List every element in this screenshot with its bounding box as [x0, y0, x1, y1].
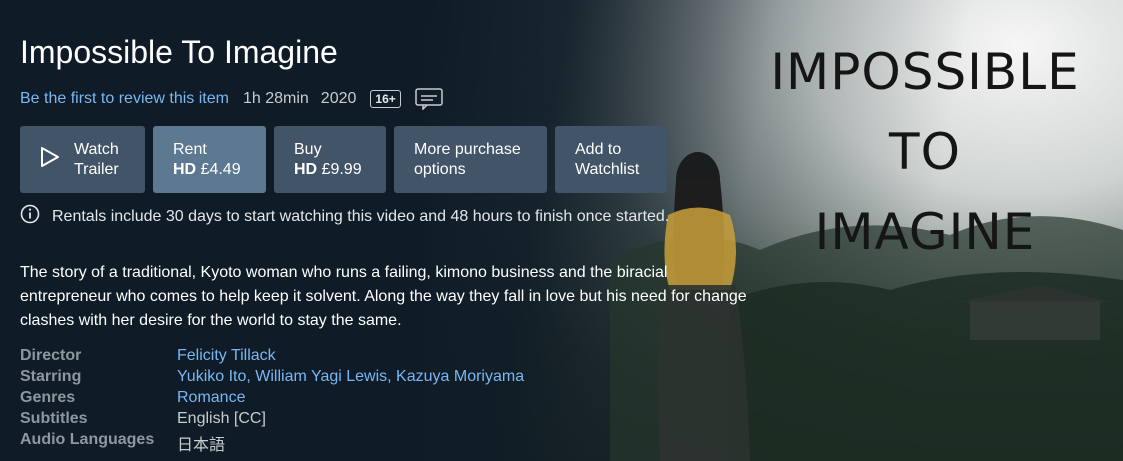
rental-info: Rentals include 30 days to start watchin… — [20, 204, 669, 229]
synopsis: The story of a traditional, Kyoto woman … — [20, 261, 830, 333]
subtitles-label: Subtitles — [20, 410, 88, 427]
rent-price: £4.49 — [200, 160, 241, 178]
synopsis-line-1: The story of a traditional, Kyoto woman … — [20, 264, 668, 281]
action-buttons: Watch Trailer Rent HD £4.49 Buy HD £9.99… — [20, 126, 675, 193]
genres-label: Genres — [20, 389, 76, 406]
trailer-label-2: Trailer — [74, 160, 119, 178]
buy-button[interactable]: Buy HD £9.99 — [274, 126, 386, 193]
audio-languages-value: 日本語 — [177, 437, 226, 454]
watchlist-label-2: Watchlist — [575, 160, 640, 178]
poster-title-line-3: IMAGINE — [814, 203, 1036, 261]
meta-row: Be the first to review this item 1h 28mi… — [20, 88, 443, 110]
director-label: Director — [20, 347, 82, 364]
more-label-1: More purchase — [414, 140, 521, 158]
details-row-audio: Audio Languages 日本語 — [20, 431, 524, 454]
review-link[interactable]: Be the first to review this item — [20, 90, 229, 108]
poster-title-line-2: TO — [889, 123, 961, 181]
buy-label: Buy — [294, 140, 322, 158]
release-year: 2020 — [320, 90, 357, 107]
play-icon — [40, 146, 60, 174]
synopsis-line-2: entrepreneur who comes to help keep it s… — [20, 288, 747, 305]
details-row-genres: Genres Romance — [20, 389, 524, 410]
rental-info-text: Rentals include 30 days to start watchin… — [52, 207, 670, 225]
details-row-starring: Starring Yukiko Ito, William Yagi Lewis,… — [20, 368, 524, 389]
details-row-director: Director Felicity Tillack — [20, 347, 524, 368]
details-table: Director Felicity Tillack Starring Yukik… — [20, 347, 524, 454]
watchlist-label-1: Add to — [575, 140, 622, 158]
details-row-subtitles: Subtitles English [CC] — [20, 410, 524, 431]
buy-price: £9.99 — [321, 160, 362, 178]
subtitles-value: English [CC] — [177, 410, 266, 427]
more-label-2: options — [414, 160, 466, 178]
subtitles-icon — [415, 88, 443, 110]
poster-title-line-1: IMPOSSIBLE — [770, 43, 1080, 101]
director-link[interactable]: Felicity Tillack — [177, 347, 276, 368]
genre-link[interactable]: Romance — [177, 389, 245, 410]
rent-label: Rent — [173, 140, 207, 158]
buy-quality: HD — [294, 160, 318, 178]
page-title: Impossible To Imagine — [20, 34, 338, 70]
audio-languages-label: Audio Languages — [20, 431, 155, 448]
more-purchase-options-button[interactable]: More purchase options — [394, 126, 547, 193]
rent-button[interactable]: Rent HD £4.49 — [153, 126, 266, 193]
trailer-label-1: Watch — [74, 140, 119, 158]
starring-links[interactable]: Yukiko Ito, William Yagi Lewis, Kazuya M… — [177, 368, 524, 389]
watch-trailer-button[interactable]: Watch Trailer — [20, 126, 145, 193]
starring-label: Starring — [20, 368, 82, 385]
synopsis-line-3: clashes with her desire for the world to… — [20, 312, 402, 329]
runtime: 1h 28min — [242, 90, 309, 107]
age-rating-badge: 16+ — [370, 90, 401, 108]
rent-quality: HD — [173, 160, 197, 178]
add-to-watchlist-button[interactable]: Add to Watchlist — [555, 126, 667, 193]
info-icon — [20, 204, 40, 229]
